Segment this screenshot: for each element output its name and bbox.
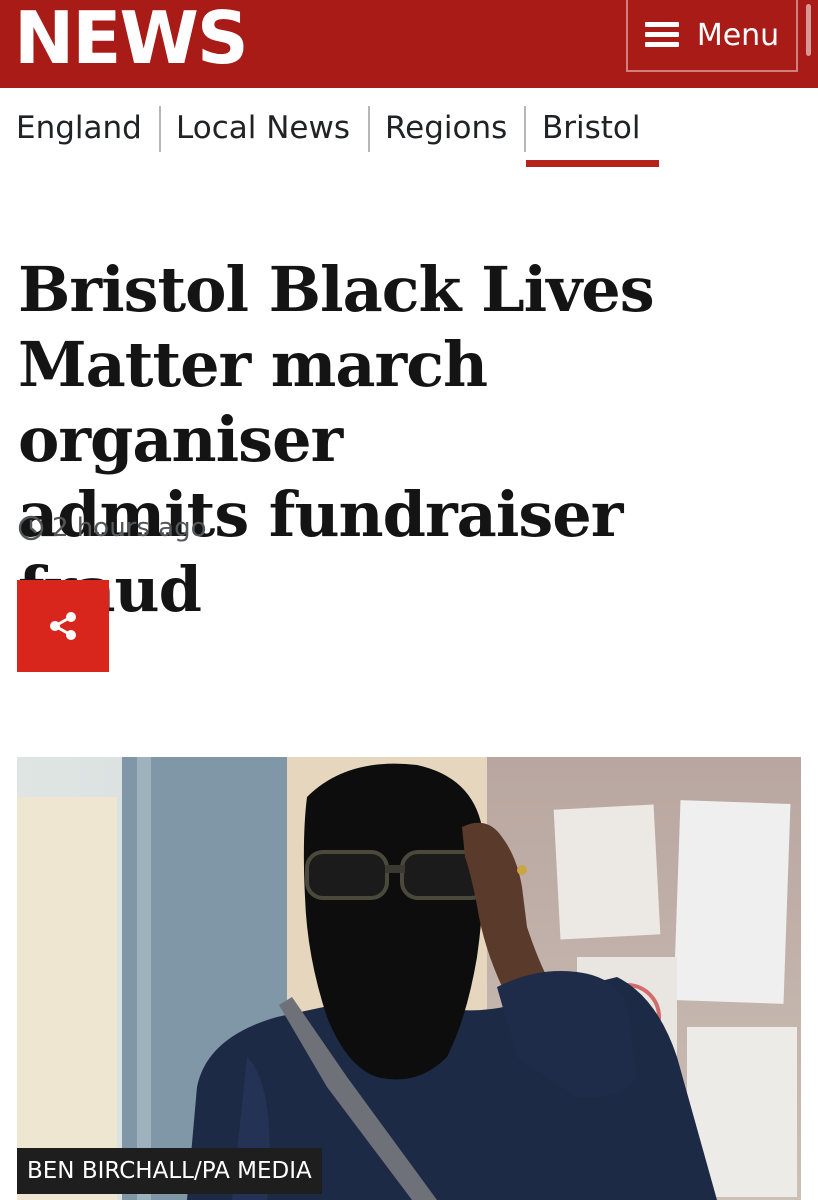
headline-line: Bristol Black Lives [18,253,655,326]
share-icon [50,612,76,640]
photo-caption: BEN BIRCHALL/PA MEDIA [17,1148,322,1194]
clock-icon [18,515,44,541]
share-button[interactable] [17,580,109,672]
timestamp-text: 2 hours ago [52,513,207,543]
active-breadcrumb-indicator [526,160,659,167]
news-logo[interactable]: NEWS [14,0,249,82]
menu-button[interactable]: Menu [626,0,798,72]
breadcrumb-separator [368,106,370,152]
breadcrumb-bristol[interactable]: Bristol [542,100,641,156]
top-bar: NEWS Menu [0,0,818,88]
article-photo [17,757,801,1200]
article-headline: Bristol Black Lives Matter march organis… [18,252,808,627]
breadcrumb-separator [159,106,161,152]
photo-illustration [17,757,801,1200]
breadcrumb: England Local News Regions Bristol [0,100,818,170]
article-timestamp: 2 hours ago [18,510,207,546]
hamburger-icon [644,22,679,48]
breadcrumb-regions[interactable]: Regions [385,100,507,156]
scrollbar[interactable] [806,4,811,56]
breadcrumb-england[interactable]: England [16,100,142,156]
breadcrumb-local-news[interactable]: Local News [176,100,350,156]
breadcrumb-separator [524,106,526,152]
headline-line: Matter march organiser [18,328,488,476]
menu-label: Menu [696,17,780,53]
